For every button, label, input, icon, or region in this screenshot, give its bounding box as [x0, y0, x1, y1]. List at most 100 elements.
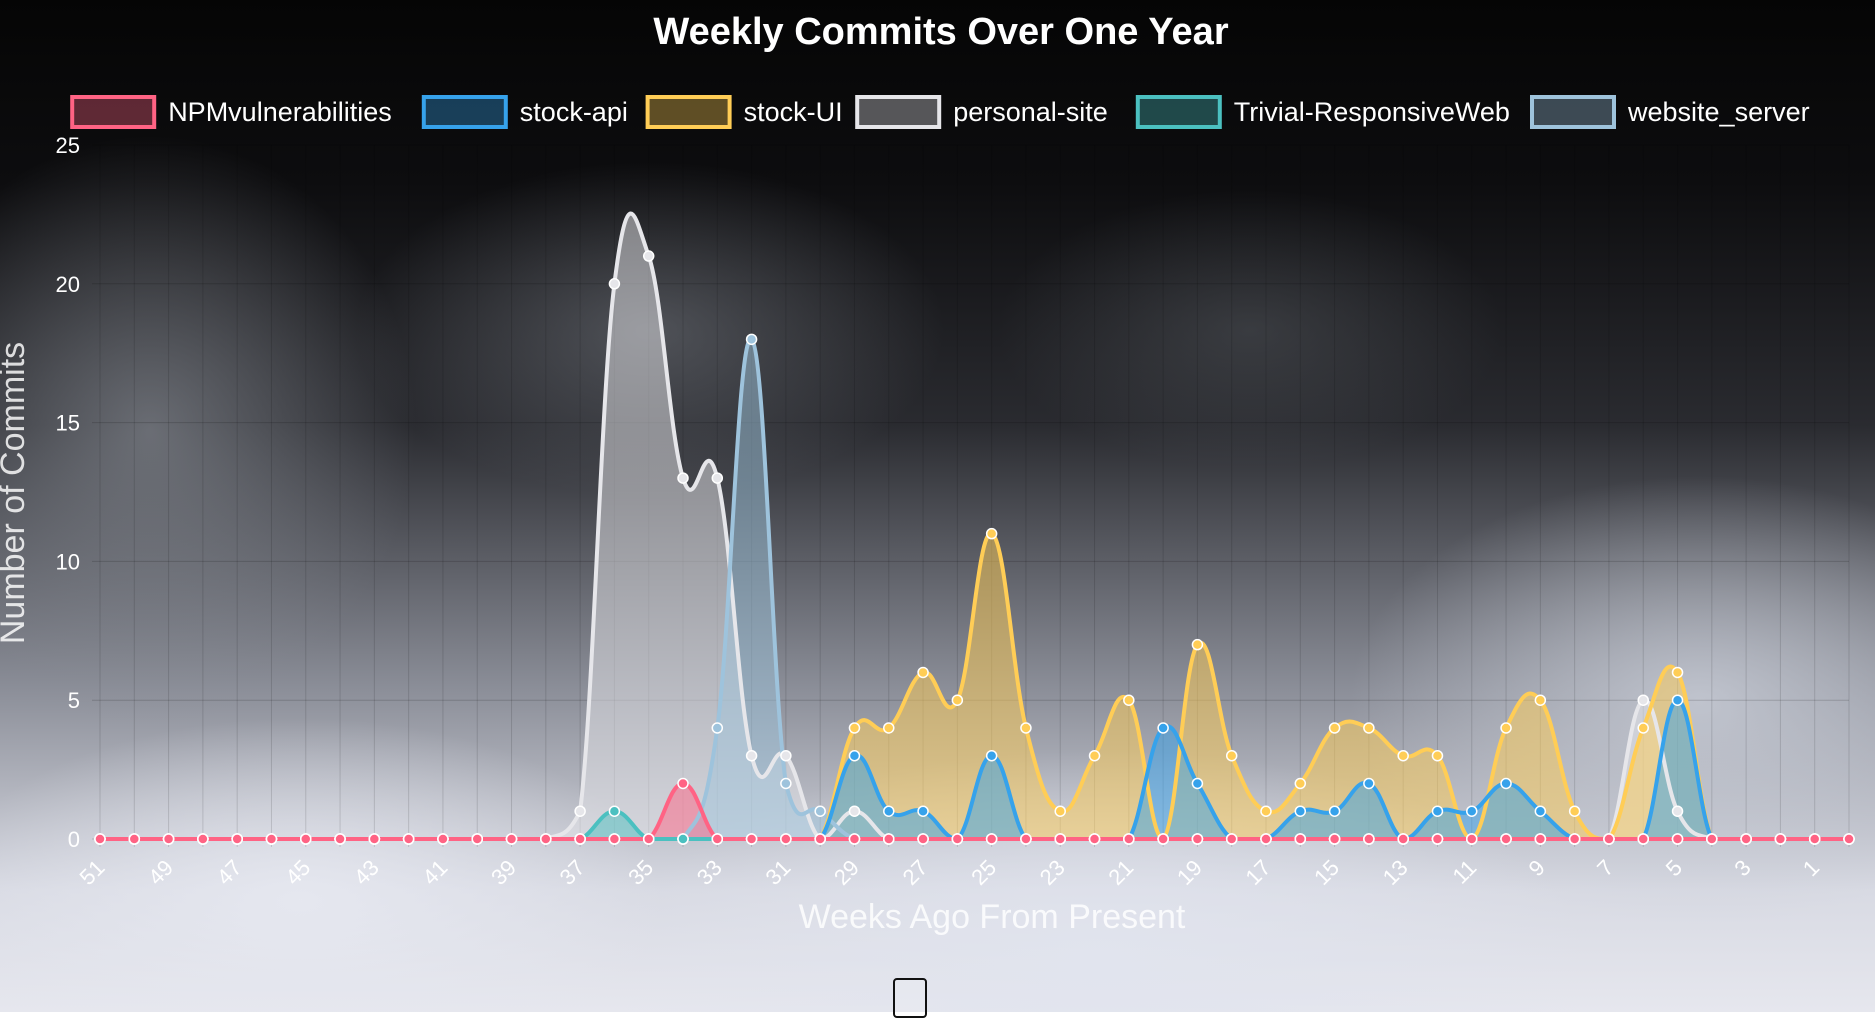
- point-npmvulnerabilities: [1500, 833, 1512, 845]
- point-stock-api: [1500, 777, 1512, 790]
- y-tick-label: 20: [56, 272, 80, 297]
- point-stock-ui: [1637, 722, 1649, 734]
- point-npmvulnerabilities: [1020, 833, 1032, 845]
- point-stock-api: [985, 749, 998, 762]
- point-stock-ui: [1397, 749, 1409, 762]
- point-npmvulnerabilities: [471, 833, 483, 845]
- x-tick-label: 11: [1447, 855, 1481, 889]
- point-npmvulnerabilities: [1123, 833, 1135, 845]
- point-npmvulnerabilities: [1363, 833, 1375, 845]
- point-personal-site: [745, 749, 758, 762]
- point-stock-api: [848, 749, 861, 762]
- point-stock-ui: [985, 527, 998, 540]
- legend-swatch: [1530, 95, 1616, 129]
- point-npmvulnerabilities: [677, 777, 689, 790]
- x-tick-label: 9: [1524, 855, 1550, 881]
- legend-item-personal-site: personal-site: [855, 95, 1108, 129]
- point-website-server: [745, 333, 758, 346]
- point-npmvulnerabilities: [985, 833, 998, 845]
- y-tick-label: 10: [56, 549, 80, 574]
- point-stock-ui: [1534, 694, 1547, 706]
- x-tick-label: 15: [1309, 855, 1344, 890]
- point-stock-ui: [1260, 805, 1272, 817]
- point-npmvulnerabilities: [711, 833, 724, 845]
- x-tick-label: 47: [212, 855, 247, 890]
- point-npmvulnerabilities: [1225, 833, 1238, 845]
- legend-label: personal-site: [953, 97, 1108, 127]
- x-axis-ticks: 51 49 47 45 43 41 39 37 35 33 31 29 27 25 23 21 19 17 15 13…: [75, 855, 1825, 890]
- legend-item-stock-api: stock-api: [421, 95, 628, 129]
- x-tick-label: 19: [1172, 855, 1207, 890]
- point-npmvulnerabilities: [162, 833, 175, 845]
- point-npmvulnerabilities: [574, 833, 586, 845]
- point-npmvulnerabilities: [1740, 833, 1752, 845]
- point-stock-ui: [1294, 777, 1307, 790]
- point-npmvulnerabilities: [368, 833, 381, 845]
- point-stock-ui: [951, 694, 964, 706]
- point-stock-ui: [1088, 749, 1101, 762]
- point-stock-ui: [1568, 805, 1581, 817]
- pagination-button[interactable]: [893, 978, 927, 1018]
- point-personal-site: [1637, 694, 1649, 706]
- point-stock-api: [1363, 777, 1375, 790]
- x-tick-label: 41: [417, 855, 452, 890]
- legend-label: stock-UI: [744, 97, 843, 127]
- point-npmvulnerabilities: [231, 833, 243, 845]
- point-stock-ui: [1431, 749, 1444, 762]
- y-tick-label: 25: [56, 133, 80, 158]
- point-npmvulnerabilities: [1157, 833, 1169, 845]
- x-tick-label: 37: [555, 855, 590, 890]
- point-npmvulnerabilities: [1843, 833, 1855, 845]
- x-tick-label: 25: [966, 855, 1001, 890]
- chart-title: Weekly Commits Over One Year: [653, 11, 1228, 53]
- point-trivial-responsiveweb: [608, 805, 621, 817]
- point-stock-api: [883, 805, 895, 817]
- point-npmvulnerabilities: [1431, 833, 1444, 845]
- point-stock-api: [1671, 694, 1684, 706]
- point-stock-ui: [848, 722, 861, 734]
- legend-swatch: [645, 95, 732, 129]
- point-stock-ui: [1363, 722, 1375, 734]
- x-tick-label: 17: [1241, 855, 1276, 890]
- x-tick-label: 21: [1103, 855, 1138, 890]
- point-npmvulnerabilities: [1671, 833, 1684, 845]
- legend-swatch: [855, 95, 942, 129]
- x-tick-label: 39: [486, 855, 521, 890]
- point-stock-ui: [1225, 749, 1238, 762]
- point-stock-ui: [917, 666, 929, 679]
- point-npmvulnerabilities: [265, 833, 278, 845]
- point-stock-ui: [1054, 805, 1066, 817]
- point-npmvulnerabilities: [1568, 833, 1581, 845]
- point-npmvulnerabilities: [1088, 833, 1101, 845]
- point-npmvulnerabilities: [1466, 833, 1478, 845]
- point-stock-api: [917, 805, 929, 817]
- x-tick-label: 29: [829, 855, 864, 890]
- point-npmvulnerabilities: [197, 833, 209, 845]
- point-npmvulnerabilities: [1191, 833, 1204, 845]
- point-npmvulnerabilities: [1534, 833, 1547, 845]
- legend-swatch: [421, 95, 508, 129]
- x-tick-label: 27: [898, 855, 933, 890]
- legend-item-trivial-responsiveweb: Trivial-ResponsiveWeb: [1135, 95, 1510, 129]
- point-npmvulnerabilities: [745, 833, 758, 845]
- point-npmvulnerabilities: [540, 833, 552, 845]
- y-axis-label: Number of Commits: [0, 342, 32, 644]
- x-tick-label: 45: [280, 855, 315, 890]
- point-npmvulnerabilities: [848, 833, 861, 845]
- y-tick-label: 0: [68, 827, 80, 852]
- x-tick-label: 1: [1798, 855, 1824, 881]
- y-tick-label: 15: [56, 411, 80, 436]
- series-areas: [100, 213, 1849, 840]
- point-stock-ui: [1671, 666, 1684, 679]
- point-npmvulnerabilities: [642, 833, 655, 845]
- legend-item-stock-ui: stock-UI: [645, 95, 843, 129]
- point-stock-ui: [1123, 694, 1135, 706]
- point-stock-ui: [1328, 722, 1341, 734]
- point-personal-site: [642, 250, 655, 262]
- x-tick-label: 49: [143, 855, 178, 890]
- point-stock-ui: [1191, 638, 1204, 651]
- legend-label: website_server: [1627, 97, 1810, 127]
- point-website-server: [780, 777, 792, 790]
- point-npmvulnerabilities: [917, 833, 929, 845]
- point-website-server: [711, 722, 724, 734]
